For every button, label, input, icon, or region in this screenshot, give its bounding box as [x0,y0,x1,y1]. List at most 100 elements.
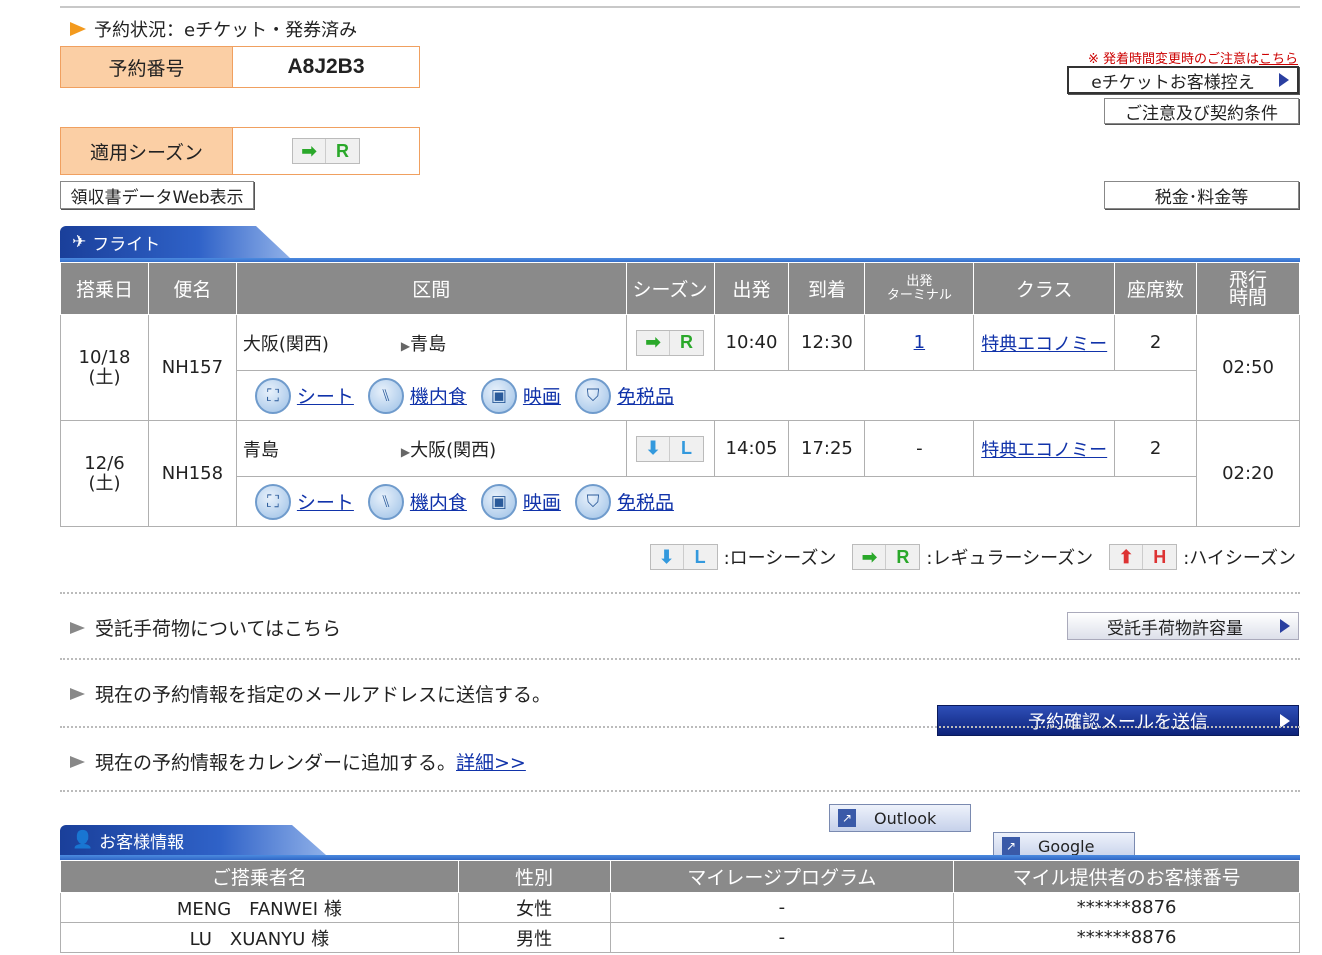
flight-seats: 2 [1114,314,1197,371]
flight-arrival: 17:25 [788,420,866,477]
header-passenger-name: ご搭乗者名 [60,860,459,893]
movie-link[interactable]: 映画 [523,382,561,409]
class-link[interactable]: 特典エコノミー [981,440,1107,461]
dutyfree-link[interactable]: 免税品 [617,488,674,515]
flight-table: 搭乗日 便名 区間 シーズン 出発 到着 出発 ターミナル クラス 座席数 飛行時… [60,262,1300,527]
terms-button[interactable]: ご注意及び契約条件 [1104,98,1299,124]
header-seats: 座席数 [1114,262,1197,315]
meal-icon: ⑊ [367,483,404,520]
season-badge-regular: ➡ R [852,544,921,570]
booking-number-box: 予約番号 A8J2B3 [60,46,420,88]
calendar-row: 現在の予約情報をカレンダーに追加する。 詳細>> [70,748,526,775]
baggage-text: 受託手荷物についてはこちら [95,618,342,640]
flight-number: NH158 [147,420,237,527]
header-mileage-program: マイレージプログラム [609,860,955,893]
right-arrow-icon: ➡ [853,545,887,569]
season-badge-high: ⬆ H [1109,544,1178,570]
schedule-change-notice: ※ 発着時間変更時のご注意はこちら [1088,48,1298,67]
calendar-text: 現在の予約情報をカレンダーに追加する。 [95,752,457,774]
right-arrow-icon: ➡ [293,139,326,163]
receipt-web-button[interactable]: 領収書データWeb表示 [60,181,254,209]
baggage-allowance-label: 受託手荷物許容量 [1107,618,1243,639]
divider [60,658,1300,660]
mail-row: 現在の予約情報を指定のメールアドレスに送信する。 [70,680,551,707]
passenger-number: ******8876 [953,892,1300,923]
header-duration: 飛行 時間 [1196,262,1300,315]
flight-section-header: ✈ フライト [60,226,1300,264]
airplane-icon: ✈ [72,232,87,252]
flight-departure: 10:40 [713,314,790,371]
season-code: R [336,140,349,161]
header-flight: 便名 [147,262,237,315]
customer-section-header: 👤 お客様情報 [60,825,1300,861]
class-link[interactable]: 特典エコノミー [981,334,1107,355]
baggage-allowance-button[interactable]: 受託手荷物許容量 [1067,612,1299,640]
gray-triangle-icon [70,755,85,768]
dutyfree-link[interactable]: 免税品 [617,382,674,409]
notice-link[interactable]: こちら [1259,52,1298,67]
down-arrow-icon: ⬇ [651,545,684,569]
meal-link[interactable]: 機内食 [410,382,467,409]
header-class: クラス [973,262,1116,315]
passenger-program: - [609,892,955,923]
person-icon: 👤 [72,830,94,850]
legend-low-label: :ローシーズン [723,548,837,569]
seat-icon: ⛶ [254,377,291,414]
eticket-receipt-label: eチケットお客様控え [1091,72,1255,93]
header-gender: 性別 [457,860,611,893]
seat-icon: ⛶ [254,483,291,520]
passenger-name: LU XUANYU 様 [60,922,459,953]
booking-number-value: A8J2B3 [287,55,365,78]
terminal-link[interactable]: 1 [914,332,925,353]
eticket-receipt-button[interactable]: eチケットお客様控え [1067,66,1299,94]
meal-link[interactable]: 機内食 [410,488,467,515]
booking-status: 予約状況：eチケット・発券済み [70,16,357,42]
dutyfree-icon: ⛉ [574,483,611,520]
flight-class: 特典エコノミー [973,314,1116,371]
gray-triangle-icon [70,687,85,700]
header-route: 区間 [235,262,627,315]
applied-season-box: 適用シーズン ➡ R [60,127,420,175]
calendar-details-link[interactable]: 詳細>> [456,748,526,775]
booking-status-label: 予約状況：eチケット・発券済み [94,20,358,41]
flight-departure: 14:05 [713,420,790,477]
divider [60,592,1300,594]
flight-terminal: - [864,420,975,477]
tax-fee-button[interactable]: 税金･料金等 [1104,181,1299,209]
flight-class: 特典エコノミー [973,420,1116,477]
passenger-gender: 男性 [457,922,611,953]
header-season: シーズン [625,262,715,315]
header-arrival: 到着 [788,262,866,315]
passenger-gender: 女性 [457,892,611,923]
seat-link[interactable]: シート [297,382,354,409]
flight-header-row: 搭乗日 便名 区間 シーズン 出発 到着 出発 ターミナル クラス 座席数 飛行時… [60,262,1300,315]
passenger-name: MENG FANWEI 様 [60,892,459,923]
flight-season: ➡ R [625,314,715,371]
mail-text: 現在の予約情報を指定のメールアドレスに送信する。 [95,684,552,706]
flight-date: 12/6 (土) [60,420,149,527]
flight-row: 10/18 (土) NH157 大阪(関西) ▶青島 ➡ R 10:40 12:30 … [60,314,1300,421]
seat-link[interactable]: シート [297,488,354,515]
flight-route: 大阪(関西) ▶青島 [235,314,627,371]
movie-link[interactable]: 映画 [523,488,561,515]
legend-high-label: :ハイシーズン [1183,548,1296,569]
passenger-program: - [609,922,955,953]
customer-table: ご搭乗者名 性別 マイレージプログラム マイル提供者のお客様番号 MENG FA… [60,860,1300,953]
divider [60,790,1300,792]
applied-season-label: 適用シーズン [61,128,233,174]
season-legend: ⬇ L :ローシーズン ➡ R :レギュラーシーズン ⬆ H :ハイシーズン [649,544,1296,570]
send-confirmation-mail-button[interactable]: 予約確認メールを送信 [937,705,1299,736]
down-arrow-icon: ⬇ [637,436,671,461]
route-arrow-icon: ▶ [400,338,411,353]
season-badge-low: ⬇ L [649,544,718,570]
flight-duration: 02:20 [1196,420,1300,527]
dutyfree-icon: ⛉ [574,377,611,414]
flight-route: 青島 ▶大阪(関西) [235,420,627,477]
right-arrow-icon: ➡ [637,330,671,355]
route-arrow-icon: ▶ [400,444,411,459]
flight-duration: 02:50 [1196,314,1300,421]
flight-section-title: フライト [92,234,161,255]
customer-header-row: ご搭乗者名 性別 マイレージプログラム マイル提供者のお客様番号 [60,860,1300,893]
top-divider [60,6,1300,8]
season-badge-regular: ➡ R [292,138,360,164]
